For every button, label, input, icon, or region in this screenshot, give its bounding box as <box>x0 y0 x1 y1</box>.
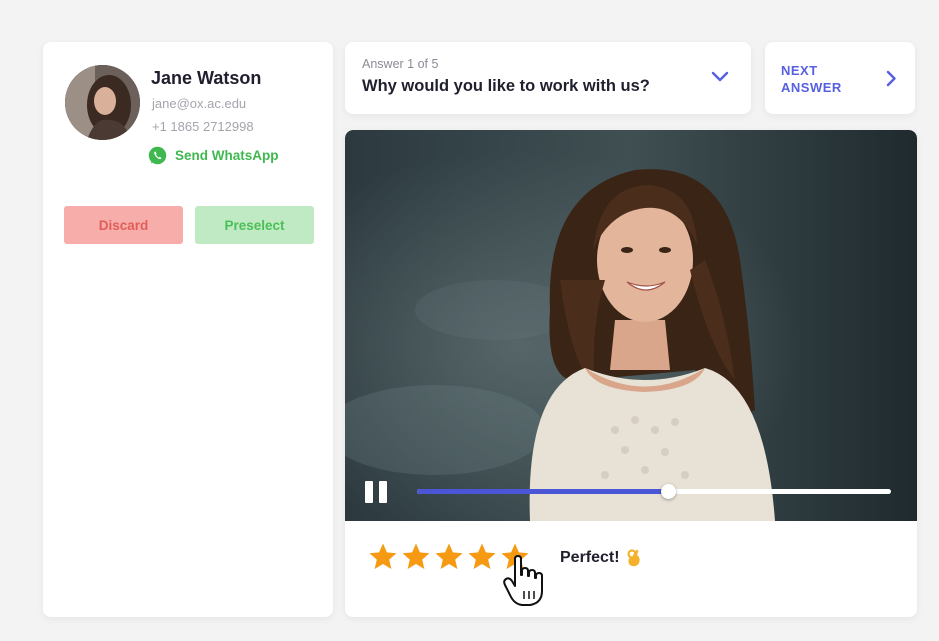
video-player[interactable] <box>345 130 917 521</box>
video-progress-fill <box>417 489 669 494</box>
star-icon[interactable] <box>500 542 530 571</box>
chevron-right-icon <box>886 70 896 87</box>
ok-hand-icon <box>626 549 640 567</box>
video-answer-card: Perfect! <box>345 130 917 617</box>
answer-select-dropdown[interactable]: Answer 1 of 5 Why would you like to work… <box>345 42 751 114</box>
star-icon[interactable] <box>434 542 464 571</box>
candidate-email: jane@ox.ac.edu <box>152 96 247 111</box>
next-answer-button[interactable]: NEXT ANSWER <box>765 42 915 114</box>
video-progress-bar[interactable] <box>417 484 891 499</box>
star-icon[interactable] <box>467 542 497 571</box>
preselect-button[interactable]: Preselect <box>195 206 314 244</box>
discard-button[interactable]: Discard <box>64 206 183 244</box>
pause-icon[interactable] <box>363 480 391 504</box>
candidate-name: Jane Watson <box>151 68 262 88</box>
star-icon[interactable] <box>368 542 398 571</box>
next-answer-line2: ANSWER <box>781 80 842 95</box>
candidate-card: Jane Watson jane@ox.ac.edu +1 1865 27129… <box>43 42 333 617</box>
candidate-phone: +1 1865 2712998 <box>152 119 254 134</box>
whatsapp-icon <box>148 146 167 165</box>
star-icon[interactable] <box>401 542 431 571</box>
rating-label: Perfect! <box>560 548 642 568</box>
whatsapp-label: Send WhatsApp <box>175 148 279 163</box>
question-text: Why would you like to work with us? <box>362 77 650 95</box>
answer-counter: Answer 1 of 5 <box>362 57 439 71</box>
video-frame-image <box>345 130 917 521</box>
rating-text: Perfect! <box>560 549 620 566</box>
next-answer-label: NEXT ANSWER <box>781 62 861 96</box>
chevron-down-icon <box>711 71 729 82</box>
candidate-avatar <box>65 65 140 140</box>
send-whatsapp-link[interactable]: Send WhatsApp <box>147 145 279 166</box>
star-rating[interactable] <box>368 542 533 571</box>
next-answer-line1: NEXT <box>781 63 818 78</box>
